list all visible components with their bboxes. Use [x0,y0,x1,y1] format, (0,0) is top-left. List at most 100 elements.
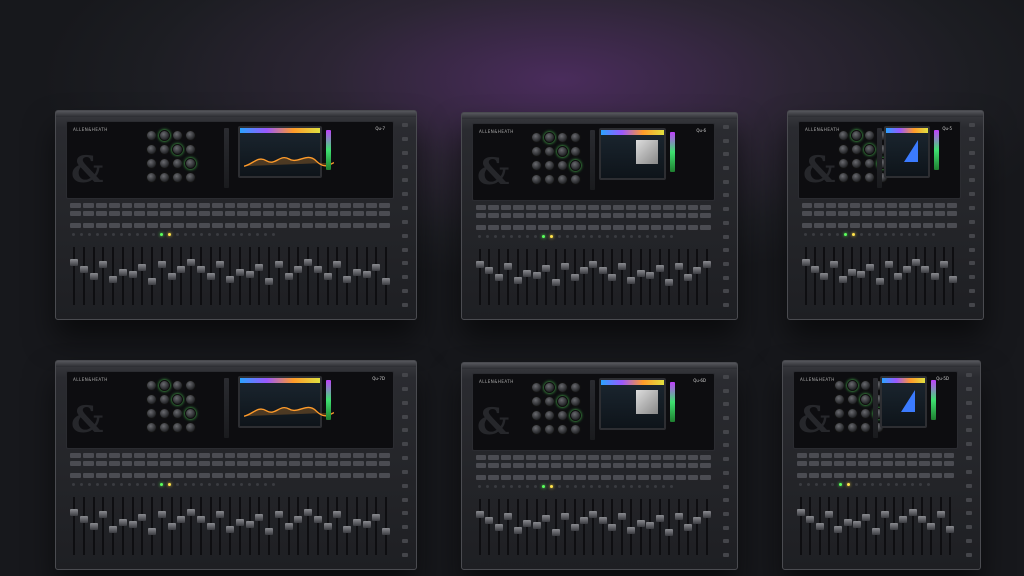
channel-button[interactable] [943,473,955,478]
channel-button[interactable] [237,203,249,208]
channel-button[interactable] [943,461,955,466]
fader-cap[interactable] [343,526,351,533]
channel-button[interactable] [858,453,869,458]
channel-button[interactable] [121,453,133,458]
channel-button[interactable] [894,453,906,458]
fader-cap[interactable] [476,261,484,268]
side-button[interactable] [723,388,729,393]
channel-fader[interactable] [561,499,570,555]
channel-button[interactable] [366,223,377,228]
channel-button[interactable] [366,473,377,478]
channel-button[interactable] [70,461,81,466]
fader-cap[interactable] [921,266,930,273]
channel-button[interactable] [563,213,574,218]
channel-button[interactable] [211,461,223,466]
channel-button[interactable] [638,463,649,468]
side-button[interactable] [402,442,408,447]
fader-cap[interactable] [834,526,843,533]
channel-button[interactable] [613,463,624,468]
channel-button[interactable] [340,461,352,466]
channel-button[interactable] [379,453,390,458]
side-button[interactable] [966,552,972,557]
channel-button[interactable] [340,211,352,216]
fader-cap[interactable] [294,516,303,523]
channel-button[interactable] [366,453,377,458]
rotary-knob[interactable] [172,144,183,155]
channel-fader[interactable] [226,247,234,305]
side-button[interactable] [402,511,408,516]
channel-button[interactable] [263,211,274,216]
channel-fader[interactable] [138,497,147,555]
channel-button[interactable] [379,211,390,216]
channel-button[interactable] [862,211,873,216]
rotary-knob[interactable] [531,410,542,421]
channel-button[interactable] [250,453,262,458]
channel-fader[interactable] [665,249,674,305]
channel-button[interactable] [600,205,612,210]
side-button[interactable] [723,484,729,489]
channel-button[interactable] [147,453,159,458]
channel-button[interactable] [121,461,133,466]
fader-cap[interactable] [265,278,273,285]
channel-button[interactable] [340,223,352,228]
fader-cap[interactable] [333,261,342,268]
channel-button[interactable] [882,473,893,478]
channel-fader[interactable] [820,247,829,305]
fader-cap[interactable] [274,261,283,268]
channel-button[interactable] [500,455,512,460]
side-button[interactable] [402,178,408,183]
channel-button[interactable] [488,475,499,480]
channel-fader[interactable] [636,499,645,555]
channel-button[interactable] [173,453,184,458]
channel-button[interactable] [638,213,649,218]
channel-button[interactable] [276,453,287,458]
channel-button[interactable] [95,453,107,458]
side-button[interactable] [723,457,729,462]
channel-button[interactable] [638,205,649,210]
channel-button[interactable] [625,463,637,468]
channel-button[interactable] [538,455,549,460]
channel-button[interactable] [525,475,537,480]
channel-button[interactable] [185,453,197,458]
side-button[interactable] [723,375,729,379]
channel-button[interactable] [353,203,365,208]
channel-button[interactable] [874,223,885,228]
side-button[interactable] [402,373,408,377]
side-button[interactable] [402,414,408,419]
fader-cap[interactable] [579,267,588,274]
fader-cap[interactable] [304,509,312,516]
side-button[interactable] [966,483,972,488]
channel-button[interactable] [797,473,808,478]
fader-cap[interactable] [245,521,254,528]
rotary-knob[interactable] [544,160,555,171]
channel-fader[interactable] [702,499,711,555]
channel-button[interactable] [211,453,223,458]
fader-cap[interactable] [627,527,636,534]
fader-cap[interactable] [646,272,655,279]
side-button[interactable] [723,234,729,239]
fader-cap[interactable] [551,279,560,286]
rotary-knob[interactable] [185,394,196,405]
channel-button[interactable] [907,461,918,466]
fader-cap[interactable] [946,526,954,533]
rotary-knob[interactable] [851,172,862,183]
rotary-knob[interactable] [860,380,871,391]
channel-button[interactable] [327,461,339,466]
channel-fader[interactable] [89,497,98,555]
channel-button[interactable] [588,205,599,210]
channel-button[interactable] [862,223,873,228]
side-button[interactable] [966,442,972,447]
fader-cap[interactable] [485,517,494,524]
touch-screen[interactable] [599,128,666,180]
fader-cap[interactable] [494,274,503,281]
channel-button[interactable] [211,211,223,216]
side-button[interactable] [723,443,729,448]
channel-button[interactable] [625,205,637,210]
channel-button[interactable] [185,203,197,208]
fader-cap[interactable] [617,513,626,520]
fader-cap[interactable] [494,524,503,531]
rotary-knob[interactable] [544,174,555,185]
channel-fader[interactable] [683,249,692,305]
fader-cap[interactable] [579,517,588,524]
fader-cap[interactable] [930,273,939,280]
